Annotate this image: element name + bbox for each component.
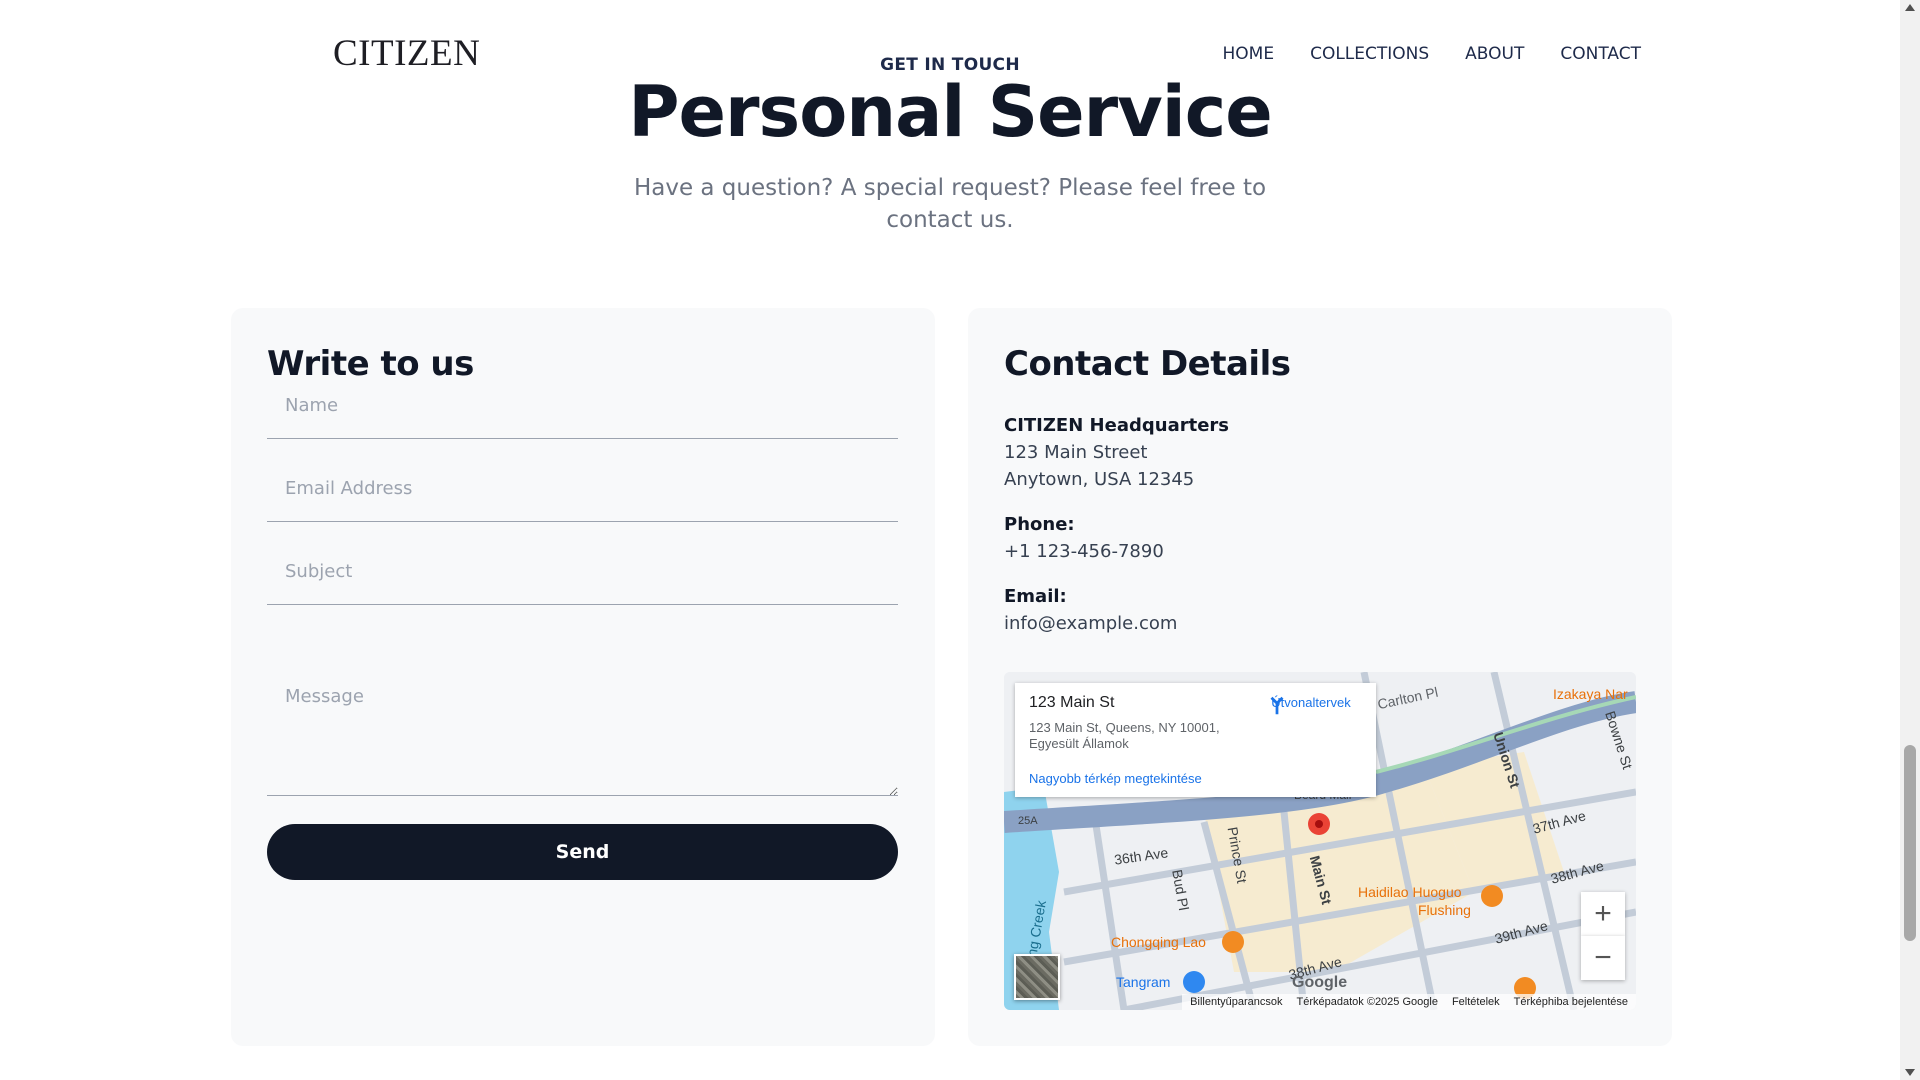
- contact-form-card: Write to us Send: [231, 308, 935, 1046]
- larger-map-link[interactable]: Nagyobb térkép megtekintése: [1029, 771, 1202, 786]
- name-input[interactable]: [267, 372, 898, 438]
- email-block: Email: info@example.com: [1004, 583, 1177, 637]
- phone-block: Phone: +1 123-456-7890: [1004, 511, 1164, 565]
- label-flushing: Flushing: [1418, 902, 1471, 918]
- message-field: [267, 666, 898, 796]
- location-map[interactable]: Carlton Pl Izakaya Nar Union St Bowne St…: [1004, 672, 1636, 1010]
- place-address: 123 Main St, Queens, NY 10001, Egyesült …: [1029, 720, 1220, 751]
- label-izakaya: Izakaya Nar: [1553, 686, 1628, 702]
- place-title: 123 Main St: [1029, 694, 1115, 711]
- address-line-1: 123 Main Street: [1004, 442, 1148, 463]
- zoom-in-button[interactable]: +: [1581, 892, 1625, 936]
- address-line-2: Anytown, USA 12345: [1004, 469, 1195, 490]
- map-data-credit: Térképadatok ©2025 Google: [1296, 996, 1438, 1008]
- email-input[interactable]: [267, 455, 898, 521]
- directions-button[interactable]: Útvonaltervek: [1266, 695, 1356, 715]
- email-value[interactable]: info@example.com: [1004, 610, 1177, 637]
- phone-label: Phone:: [1004, 514, 1075, 535]
- contact-heading: Contact Details: [1004, 344, 1291, 384]
- map-footer: Billentyűparancsok Térképadatok ©2025 Go…: [1182, 994, 1636, 1010]
- page-scrollbar[interactable]: [1900, 0, 1920, 1080]
- report-error-link[interactable]: Térképhiba bejelentése: [1514, 996, 1628, 1008]
- scroll-up-icon[interactable]: [1905, 4, 1915, 11]
- label-chongqing: Chongqing Lao: [1111, 934, 1206, 950]
- send-button[interactable]: Send: [267, 824, 898, 880]
- keyboard-shortcuts-link[interactable]: Billentyűparancsok: [1190, 996, 1282, 1008]
- message-textarea[interactable]: [267, 666, 898, 796]
- address-block: CITIZEN Headquarters 123 Main Street Any…: [1004, 412, 1229, 493]
- subject-input[interactable]: [267, 538, 898, 604]
- hq-label: CITIZEN Headquarters: [1004, 415, 1229, 436]
- label-haidilao: Haidilao Huoguo: [1358, 884, 1462, 900]
- terms-link[interactable]: Feltételek: [1452, 996, 1500, 1008]
- label-route-25a: 25A: [1018, 815, 1038, 827]
- name-field: [267, 372, 898, 439]
- scroll-thumb[interactable]: [1904, 745, 1916, 941]
- email-field: [267, 455, 898, 522]
- email-label: Email:: [1004, 586, 1067, 607]
- contact-details-card: Contact Details CITIZEN Headquarters 123…: [968, 308, 1672, 1046]
- satellite-toggle[interactable]: [1014, 954, 1060, 1000]
- subject-field: [267, 538, 898, 605]
- scroll-down-icon[interactable]: [1905, 1069, 1915, 1076]
- directions-icon: [1270, 696, 1284, 715]
- google-logo: Google: [1292, 974, 1348, 991]
- label-tangram: Tangram: [1116, 974, 1171, 990]
- page-subtitle: Have a question? A special request? Plea…: [633, 175, 1267, 233]
- page-title: Personal Service: [628, 71, 1273, 153]
- phone-value[interactable]: +1 123-456-7890: [1004, 538, 1164, 565]
- map-place-card: 123 Main St 123 Main St, Queens, NY 1000…: [1015, 683, 1376, 797]
- zoom-out-button[interactable]: −: [1581, 936, 1625, 980]
